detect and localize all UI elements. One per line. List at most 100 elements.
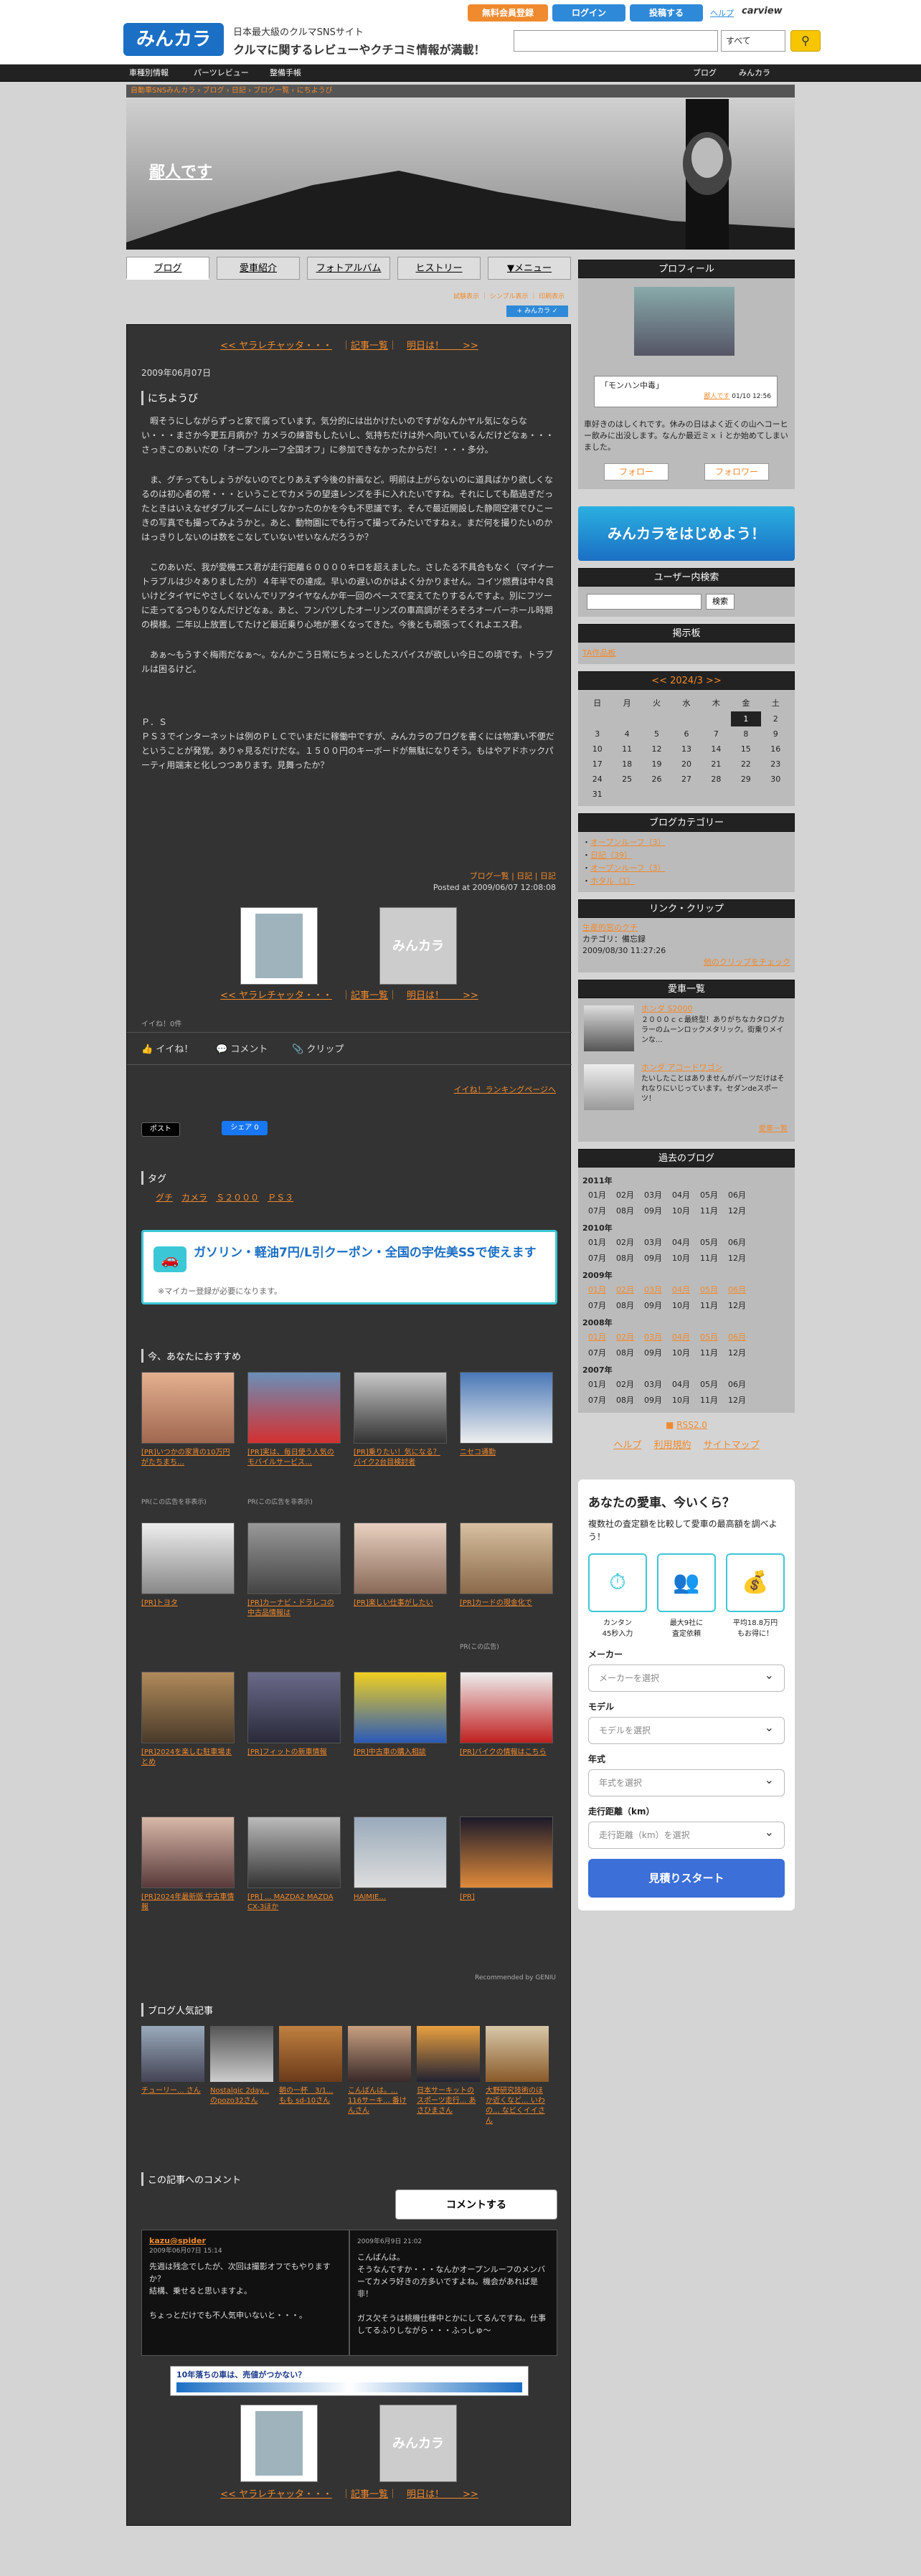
write-comment-button[interactable]: コメントする: [395, 2189, 557, 2220]
archive-month[interactable]: 10月: [668, 1393, 694, 1407]
post-list-link[interactable]: 記事一覧: [351, 990, 388, 1001]
nav-parts-review[interactable]: パーツレビュー: [194, 65, 249, 82]
carview-logo[interactable]: carview: [742, 6, 783, 16]
archive-month[interactable]: 08月: [612, 1298, 638, 1312]
archive-month[interactable]: 05月: [696, 1377, 722, 1391]
archive-month[interactable]: 03月: [640, 1330, 666, 1344]
terms-link[interactable]: 利用規約: [653, 1440, 691, 1451]
recommend-caption[interactable]: [PR]: [460, 1893, 553, 1903]
popular-caption[interactable]: 朝の一杯 3/1... もも sd-10さん: [279, 2086, 342, 2106]
post-list-link[interactable]: 記事一覧: [351, 2489, 388, 2500]
archive-month[interactable]: 10月: [668, 1203, 694, 1218]
join-button[interactable]: 無料会員登録: [468, 4, 548, 22]
archive-month[interactable]: 02月: [612, 1188, 638, 1202]
category-link[interactable]: 日記（39）: [590, 851, 632, 860]
popular-caption[interactable]: Nostalgic 2day... のpozo32さん: [210, 2086, 273, 2106]
archive-month[interactable]: 02月: [612, 1377, 638, 1391]
nav-car-info[interactable]: 車種別情報: [129, 65, 169, 82]
archive-month[interactable]: 09月: [640, 1298, 666, 1312]
tab-photo[interactable]: フォトアルバム: [307, 257, 390, 280]
archive-month[interactable]: 04月: [668, 1235, 694, 1249]
archive-month[interactable]: 08月: [612, 1251, 638, 1265]
archive-month[interactable]: 12月: [724, 1298, 750, 1312]
profile-photo[interactable]: [634, 287, 735, 356]
archive-month[interactable]: 11月: [696, 1298, 722, 1312]
user-search-button[interactable]: 検索: [706, 594, 735, 610]
recommend-image[interactable]: [354, 1523, 447, 1594]
recommend-caption[interactable]: ニセコ通勤: [460, 1448, 553, 1458]
tab-blog[interactable]: ブログ: [126, 257, 209, 280]
nav-blog[interactable]: ブログ: [693, 65, 717, 82]
recommend-caption[interactable]: [PR]乗りたい！気になる？バイク2台目検討者: [354, 1448, 447, 1468]
archive-month[interactable]: 07月: [584, 1298, 610, 1312]
archive-month[interactable]: 01月: [584, 1188, 610, 1202]
tab-menu[interactable]: ▼メニュー: [488, 257, 571, 280]
recommend-image[interactable]: [354, 1672, 447, 1743]
recommend-image[interactable]: [247, 1372, 341, 1444]
archive-month[interactable]: 11月: [696, 1393, 722, 1407]
tag[interactable]: ＰＳ３: [268, 1193, 293, 1203]
site-logo[interactable]: みんカラ: [123, 23, 224, 56]
car-name[interactable]: ホンダ アコードワゴン: [641, 1063, 723, 1073]
view-links[interactable]: 試験表示 ｜ シンプル表示 ｜ 印刷表示: [453, 291, 565, 300]
archive-month[interactable]: 01月: [584, 1330, 610, 1344]
category-link[interactable]: ホタル（1）: [590, 876, 635, 886]
popular-caption[interactable]: 大野研究技術のほか近くなど... いわの... なビくイイさん: [486, 2086, 549, 2126]
comment-author[interactable]: kazu@spider: [149, 2236, 341, 2245]
recommend-caption[interactable]: [PR]2024年最新版 中古車情報: [141, 1893, 235, 1913]
archive-month[interactable]: 06月: [724, 1330, 750, 1344]
recommend-image[interactable]: [141, 1372, 235, 1444]
archive-month[interactable]: 05月: [696, 1330, 722, 1344]
clip-title[interactable]: 生産的窓のクチ: [582, 922, 790, 934]
maker-select[interactable]: メーカーを選択: [588, 1662, 785, 1692]
help-link[interactable]: ヘルプ: [710, 7, 734, 19]
popular-image[interactable]: [486, 2026, 549, 2082]
archive-month[interactable]: 09月: [640, 1345, 666, 1360]
next-post-link[interactable]: 明日は！ >>: [407, 341, 478, 351]
archive-month[interactable]: 04月: [668, 1188, 694, 1202]
assessment-start-button[interactable]: 見積りスタート: [588, 1859, 785, 1898]
tweet-button[interactable]: ポスト: [141, 1122, 180, 1137]
follow-button[interactable]: フォロー: [604, 463, 669, 480]
archive-month[interactable]: 12月: [724, 1345, 750, 1360]
recommend-caption[interactable]: [PR]フィットの新車情報: [247, 1748, 341, 1758]
archive-month[interactable]: 12月: [724, 1251, 750, 1265]
archive-month[interactable]: 01月: [584, 1377, 610, 1391]
car-value-banner[interactable]: 10年落ちの車は、売値がつかない？: [170, 2366, 529, 2396]
archive-month[interactable]: 04月: [668, 1282, 694, 1297]
search-scope-select[interactable]: すべて: [721, 30, 785, 52]
tag[interactable]: カメラ: [181, 1193, 207, 1203]
rss-link[interactable]: RSS2.0: [676, 1420, 707, 1430]
recommend-caption[interactable]: [PR]いつかの家賃の10万円がたちまち…: [141, 1448, 235, 1468]
archive-month[interactable]: 08月: [612, 1203, 638, 1218]
archive-month[interactable]: 07月: [584, 1203, 610, 1218]
help-link[interactable]: ヘルプ: [613, 1440, 641, 1451]
recommend-image[interactable]: [247, 1672, 341, 1743]
recommend-image[interactable]: [460, 1372, 553, 1444]
recommend-image[interactable]: [460, 1523, 553, 1594]
user-search-input[interactable]: [587, 594, 702, 610]
post-list-link[interactable]: 記事一覧: [351, 341, 388, 351]
recommend-image[interactable]: [247, 1817, 341, 1888]
pr-label[interactable]: PR(この広告を非表示): [247, 1497, 313, 1506]
car-name[interactable]: ホンダ S2000: [641, 1004, 692, 1014]
prev-post-thumbnail[interactable]: [240, 2405, 318, 2482]
board-link[interactable]: TA作品板: [582, 648, 615, 658]
next-post-thumbnail[interactable]: みんカラ: [379, 2405, 457, 2482]
fuel-coupon-ad[interactable]: 🚗 ガソリン・軽油7円/L引クーポン・全国の宇佐美SSで使えます ※マイカー登録…: [141, 1230, 557, 1304]
recommend-image[interactable]: [141, 1817, 235, 1888]
profile-user-link[interactable]: 鄙人です: [704, 393, 729, 400]
archive-month[interactable]: 12月: [724, 1393, 750, 1407]
next-post-thumbnail[interactable]: みんカラ: [379, 907, 457, 985]
recommend-image[interactable]: [460, 1672, 553, 1743]
follower-button[interactable]: フォロワー: [704, 463, 769, 480]
popular-image[interactable]: [279, 2026, 342, 2082]
archive-month[interactable]: 08月: [612, 1345, 638, 1360]
popular-image[interactable]: [348, 2026, 411, 2082]
archive-month[interactable]: 03月: [640, 1282, 666, 1297]
recommend-caption[interactable]: [PR]楽しい仕事がしたい: [354, 1599, 447, 1609]
mileage-select[interactable]: 走行距離（km）を選択: [588, 1819, 785, 1849]
prev-post-link[interactable]: << ヤラレチャッタ・・・: [220, 341, 332, 351]
recommend-caption[interactable]: [PR]カードの現金化で: [460, 1599, 553, 1609]
popular-caption[interactable]: チューリー... さん: [141, 2086, 204, 2096]
